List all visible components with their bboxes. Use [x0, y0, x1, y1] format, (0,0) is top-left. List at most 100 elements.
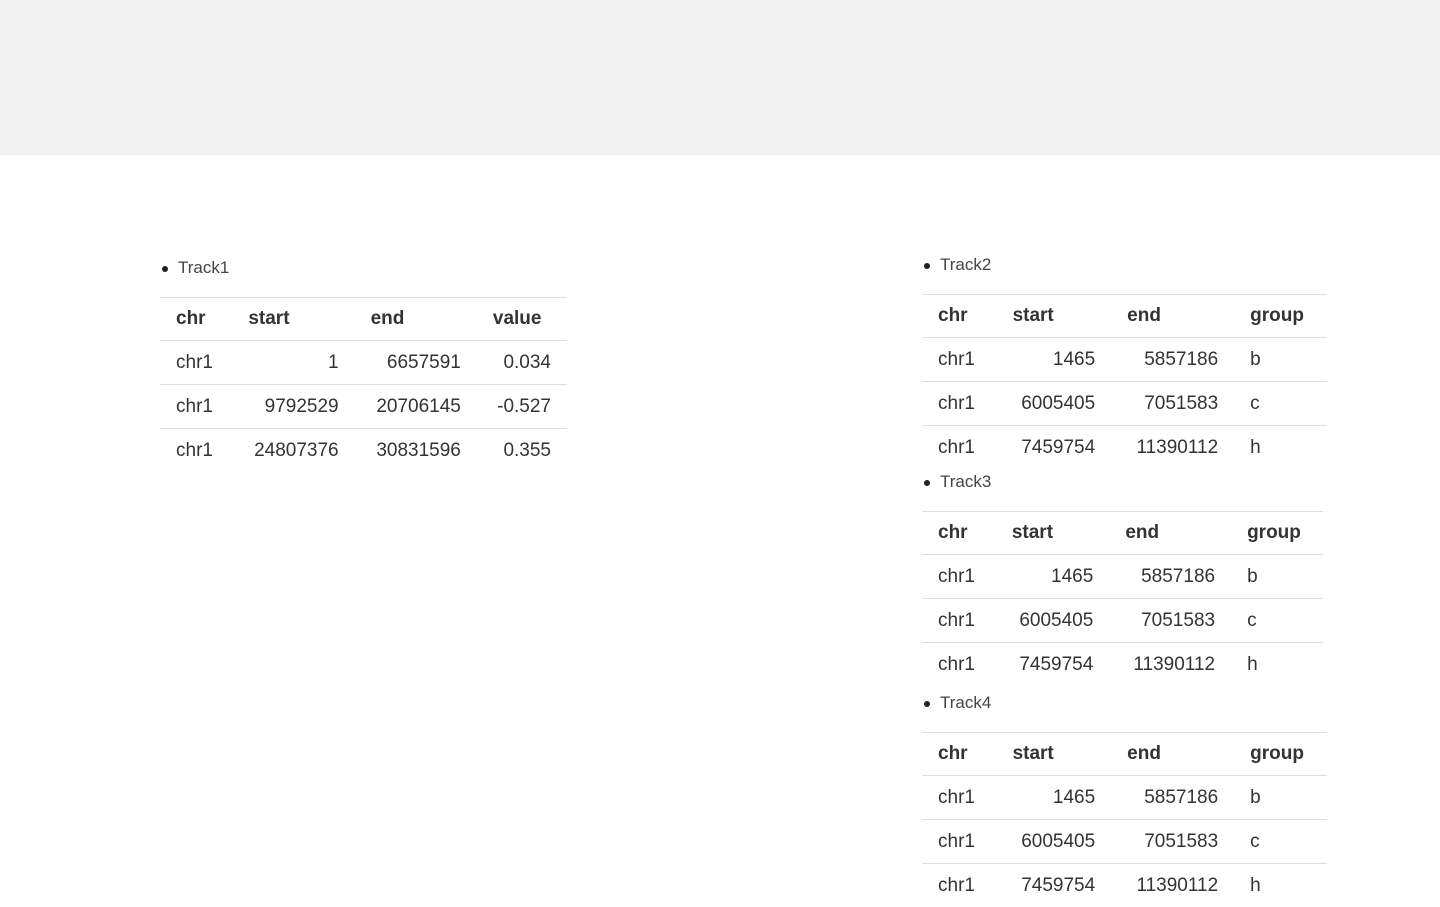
table-cell: chr1	[922, 338, 997, 382]
table-cell: c	[1231, 599, 1323, 643]
column-header: end	[1109, 512, 1231, 555]
table-row: chr1 1465 5857186 b	[922, 776, 1327, 820]
table-cell: h	[1234, 864, 1327, 907]
table-header-row: chr start end group	[922, 733, 1327, 776]
table-row: chr1 7459754 11390112 h	[922, 864, 1327, 907]
bullet-icon	[924, 263, 930, 269]
table-cell: 0.355	[477, 429, 567, 473]
table-cell: b	[1234, 776, 1327, 820]
table-cell: chr1	[160, 385, 232, 429]
table-cell: 9792529	[232, 385, 354, 429]
track-label: Track3	[940, 472, 991, 491]
table-cell: h	[1231, 643, 1323, 687]
column-header: group	[1231, 512, 1323, 555]
table-row: chr1 1 6657591 0.034	[160, 341, 567, 385]
table-cell: 7051583	[1111, 382, 1234, 426]
table-cell: 11390112	[1111, 426, 1234, 470]
table-row: chr1 7459754 11390112 h	[922, 426, 1327, 470]
table-header-row: chr start end value	[160, 298, 567, 341]
table-cell: 1465	[997, 776, 1112, 820]
table-cell: 24807376	[232, 429, 354, 473]
table-cell: 0.034	[477, 341, 567, 385]
track-title: Track1	[160, 257, 567, 279]
bullet-icon	[924, 480, 930, 486]
table-cell: chr1	[922, 864, 997, 907]
table-cell: 6005405	[997, 820, 1112, 864]
track-title: Track2	[922, 254, 1327, 276]
table-cell: h	[1234, 426, 1327, 470]
column-header: start	[997, 733, 1112, 776]
table-cell: chr1	[922, 599, 996, 643]
track-4: Track4 chr start end group chr1 1465 585…	[922, 692, 1327, 907]
column-header: start	[997, 295, 1112, 338]
table-row: chr1 9792529 20706145 -0.527	[160, 385, 567, 429]
track-label: Track4	[940, 693, 991, 712]
column-header: start	[996, 512, 1109, 555]
table-cell: 6657591	[355, 341, 477, 385]
table-cell: c	[1234, 820, 1327, 864]
table-cell: 1	[232, 341, 354, 385]
table-cell: 7459754	[997, 426, 1112, 470]
column-header: start	[232, 298, 354, 341]
track-label: Track2	[940, 255, 991, 274]
table-row: chr1 6005405 7051583 c	[922, 382, 1327, 426]
table-cell: 11390112	[1109, 643, 1231, 687]
column-header: end	[355, 298, 477, 341]
column-header: chr	[922, 512, 996, 555]
table-cell: chr1	[160, 341, 232, 385]
table-row: chr1 6005405 7051583 c	[922, 820, 1327, 864]
column-header: group	[1234, 295, 1327, 338]
track-2: Track2 chr start end group chr1 1465 585…	[922, 254, 1327, 469]
track-table: chr start end group chr1 1465 5857186 b …	[922, 732, 1327, 907]
table-cell: chr1	[922, 382, 997, 426]
track-table: chr start end group chr1 1465 5857186 b …	[922, 294, 1327, 469]
track-title: Track4	[922, 692, 1327, 714]
table-row: chr1 24807376 30831596 0.355	[160, 429, 567, 473]
table-cell: b	[1234, 338, 1327, 382]
table-cell: 5857186	[1111, 338, 1234, 382]
track-label: Track1	[178, 258, 229, 277]
table-cell: b	[1231, 555, 1323, 599]
table-cell: 1465	[997, 338, 1112, 382]
table-cell: chr1	[922, 643, 996, 687]
column-header: end	[1111, 733, 1234, 776]
table-cell: chr1	[160, 429, 232, 473]
bullet-icon	[924, 701, 930, 707]
table-cell: chr1	[922, 776, 997, 820]
table-header-row: chr start end group	[922, 295, 1327, 338]
table-cell: 6005405	[996, 599, 1109, 643]
bullet-icon	[162, 266, 168, 272]
table-row: chr1 6005405 7051583 c	[922, 599, 1323, 643]
table-cell: 1465	[996, 555, 1109, 599]
track-table: chr start end value chr1 1 6657591 0.034…	[160, 297, 567, 472]
track-title: Track3	[922, 471, 1323, 493]
table-cell: 30831596	[355, 429, 477, 473]
table-header-row: chr start end group	[922, 512, 1323, 555]
table-cell: 5857186	[1109, 555, 1231, 599]
column-header: chr	[922, 733, 997, 776]
table-cell: c	[1234, 382, 1327, 426]
table-row: chr1 1465 5857186 b	[922, 555, 1323, 599]
table-cell: chr1	[922, 555, 996, 599]
column-header: chr	[160, 298, 232, 341]
track-1: Track1 chr start end value chr1 1 665759…	[160, 257, 567, 472]
table-cell: chr1	[922, 426, 997, 470]
table-cell: 5857186	[1111, 776, 1234, 820]
track-table: chr start end group chr1 1465 5857186 b …	[922, 511, 1323, 686]
table-cell: -0.527	[477, 385, 567, 429]
table-cell: 7051583	[1111, 820, 1234, 864]
column-header: value	[477, 298, 567, 341]
column-header: chr	[922, 295, 997, 338]
table-row: chr1 1465 5857186 b	[922, 338, 1327, 382]
table-cell: 7459754	[996, 643, 1109, 687]
table-cell: 7051583	[1109, 599, 1231, 643]
table-cell: 20706145	[355, 385, 477, 429]
table-cell: 11390112	[1111, 864, 1234, 907]
table-cell: chr1	[922, 820, 997, 864]
track-3: Track3 chr start end group chr1 1465 585…	[922, 471, 1323, 686]
table-cell: 6005405	[997, 382, 1112, 426]
column-header: end	[1111, 295, 1234, 338]
table-cell: 7459754	[997, 864, 1112, 907]
column-header: group	[1234, 733, 1327, 776]
header-band	[0, 0, 1440, 155]
